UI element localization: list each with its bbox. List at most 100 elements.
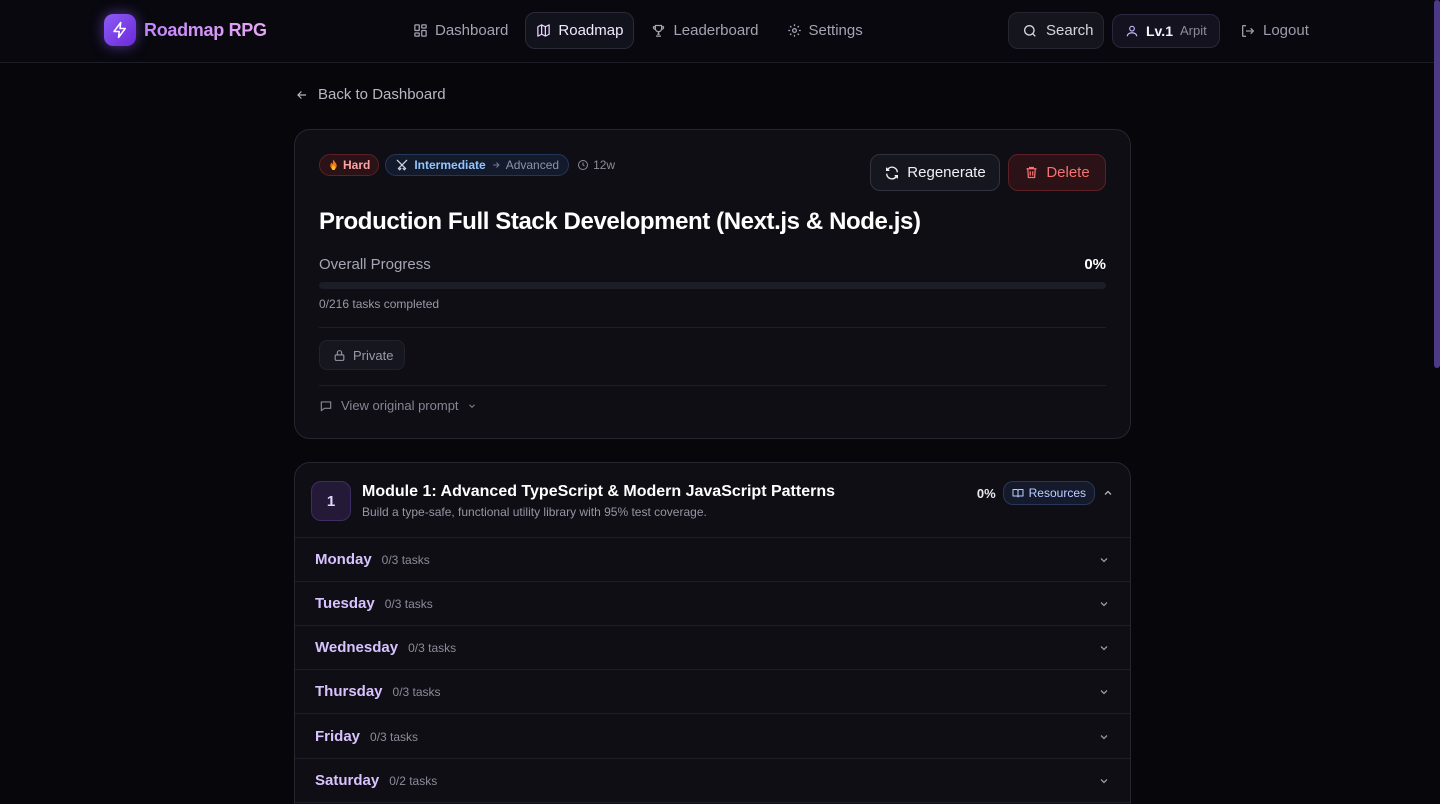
chevron-down-icon — [467, 401, 477, 411]
clock-icon — [577, 159, 589, 171]
module-card: 1 Module 1: Advanced TypeScript & Modern… — [294, 462, 1131, 804]
progress-bar — [319, 282, 1106, 289]
page-scrollbar[interactable] — [1434, 0, 1440, 368]
day-task-count: 0/3 tasks — [381, 552, 430, 567]
day-task-count: 0/3 tasks — [384, 596, 433, 611]
user-profile-button[interactable]: Lv.1 Arpit — [1112, 13, 1220, 48]
refresh-icon — [884, 165, 900, 181]
level-to: Advanced — [505, 158, 560, 172]
gear-icon — [787, 23, 802, 38]
day-name: Monday — [315, 551, 372, 568]
regenerate-label: Regenerate — [907, 164, 986, 181]
roadmap-badges: Hard Intermediate Advanced 12w — [319, 154, 615, 176]
arrow-left-icon — [295, 88, 309, 102]
day-row-wednesday[interactable]: Wednesday 0/3 tasks — [295, 626, 1130, 670]
chevron-down-icon — [1098, 642, 1110, 654]
user-icon — [1125, 24, 1139, 38]
resources-button[interactable]: Resources — [1002, 481, 1095, 505]
day-name: Thursday — [315, 683, 383, 700]
logout-label: Logout — [1263, 22, 1309, 39]
roadmap-title: Production Full Stack Development (Next.… — [319, 208, 921, 235]
progress-label: Overall Progress — [319, 256, 431, 273]
brand[interactable]: Roadmap RPG — [104, 14, 267, 46]
chevron-down-icon — [1098, 731, 1110, 743]
nav-roadmap-label: Roadmap — [558, 22, 624, 39]
back-label: Back to Dashboard — [318, 86, 446, 103]
back-to-dashboard-link[interactable]: Back to Dashboard — [295, 86, 446, 103]
nav-dashboard-label: Dashboard — [435, 22, 509, 39]
chevron-up-icon[interactable] — [1102, 487, 1114, 499]
user-level: Lv.1 — [1146, 22, 1173, 39]
day-row-friday[interactable]: Friday 0/3 tasks — [295, 715, 1130, 759]
lock-icon — [333, 349, 346, 362]
logout-button[interactable]: Logout — [1240, 22, 1309, 39]
nav-settings[interactable]: Settings — [776, 12, 874, 49]
visibility-label: Private — [353, 347, 394, 363]
delete-label: Delete — [1046, 164, 1090, 181]
brand-name: Roadmap RPG — [144, 19, 267, 40]
level-badge: Intermediate Advanced — [385, 154, 570, 176]
duration: 12w — [577, 158, 615, 172]
fire-icon — [328, 159, 339, 171]
search-button[interactable]: Search — [1008, 12, 1104, 49]
logout-icon — [1240, 23, 1256, 39]
book-icon — [1012, 487, 1024, 499]
swords-icon — [395, 158, 409, 172]
day-name: Friday — [315, 728, 361, 745]
nav-roadmap[interactable]: Roadmap — [525, 12, 635, 49]
chevron-down-icon — [1098, 554, 1110, 566]
day-name: Saturday — [315, 772, 380, 789]
trash-icon — [1024, 165, 1039, 180]
day-name: Tuesday — [315, 595, 375, 612]
chevron-down-icon — [1098, 598, 1110, 610]
day-row-tuesday[interactable]: Tuesday 0/3 tasks — [295, 582, 1130, 626]
day-row-saturday[interactable]: Saturday 0/2 tasks — [295, 759, 1130, 803]
nav-settings-label: Settings — [808, 22, 863, 39]
lightning-icon — [104, 14, 136, 46]
divider — [319, 327, 1106, 328]
search-label: Search — [1046, 22, 1094, 39]
resources-label: Resources — [1028, 486, 1086, 500]
dashboard-icon — [413, 23, 428, 38]
search-icon — [1022, 23, 1038, 39]
divider — [319, 385, 1106, 386]
right-nav: Search Lv.1 Arpit Logout — [1008, 12, 1309, 49]
duration-label: 12w — [593, 158, 616, 172]
difficulty-badge: Hard — [319, 154, 380, 176]
visibility-toggle[interactable]: Private — [319, 340, 405, 370]
nav-leaderboard-label: Leaderboard — [673, 22, 759, 39]
view-prompt-label: View original prompt — [341, 398, 459, 413]
map-icon — [536, 23, 551, 38]
level-from: Intermediate — [414, 158, 486, 172]
tasks-completed: 0/216 tasks completed — [319, 297, 440, 311]
nav-dashboard[interactable]: Dashboard — [402, 12, 519, 49]
chevron-down-icon — [1098, 775, 1110, 787]
day-row-monday[interactable]: Monday 0/3 tasks — [295, 538, 1130, 582]
module-title: Module 1: Advanced TypeScript & Modern J… — [362, 483, 835, 500]
arrow-right-icon — [491, 160, 501, 170]
progress-percent: 0% — [1084, 256, 1106, 273]
chevron-down-icon — [1098, 686, 1110, 698]
module-meta: 0% Resources — [977, 481, 1114, 505]
day-task-count: 0/3 tasks — [392, 684, 441, 699]
module-subtitle: Build a type-safe, functional utility li… — [362, 505, 707, 519]
user-name: Arpit — [1179, 23, 1207, 38]
day-name: Wednesday — [315, 639, 399, 656]
main-nav: Dashboard Roadmap Leaderboard Settings — [402, 12, 874, 49]
delete-button[interactable]: Delete — [1008, 154, 1106, 191]
message-icon — [319, 399, 333, 413]
module-number: 1 — [311, 481, 351, 521]
difficulty-label: Hard — [343, 158, 371, 172]
nav-leaderboard[interactable]: Leaderboard — [640, 12, 769, 49]
module-header[interactable]: 1 Module 1: Advanced TypeScript & Modern… — [295, 463, 1130, 538]
view-prompt-toggle[interactable]: View original prompt — [319, 398, 477, 413]
trophy-icon — [651, 23, 666, 38]
regenerate-button[interactable]: Regenerate — [870, 154, 1000, 191]
day-row-thursday[interactable]: Thursday 0/3 tasks — [295, 670, 1130, 714]
day-task-count: 0/3 tasks — [370, 729, 419, 744]
day-task-count: 0/3 tasks — [408, 640, 457, 655]
day-task-count: 0/2 tasks — [389, 773, 438, 788]
roadmap-actions: Regenerate Delete — [870, 154, 1106, 191]
top-navbar: Roadmap RPG Dashboard Roadmap Leaderboar… — [0, 0, 1440, 63]
roadmap-header-card: Hard Intermediate Advanced 12w Regenerat… — [294, 129, 1131, 439]
